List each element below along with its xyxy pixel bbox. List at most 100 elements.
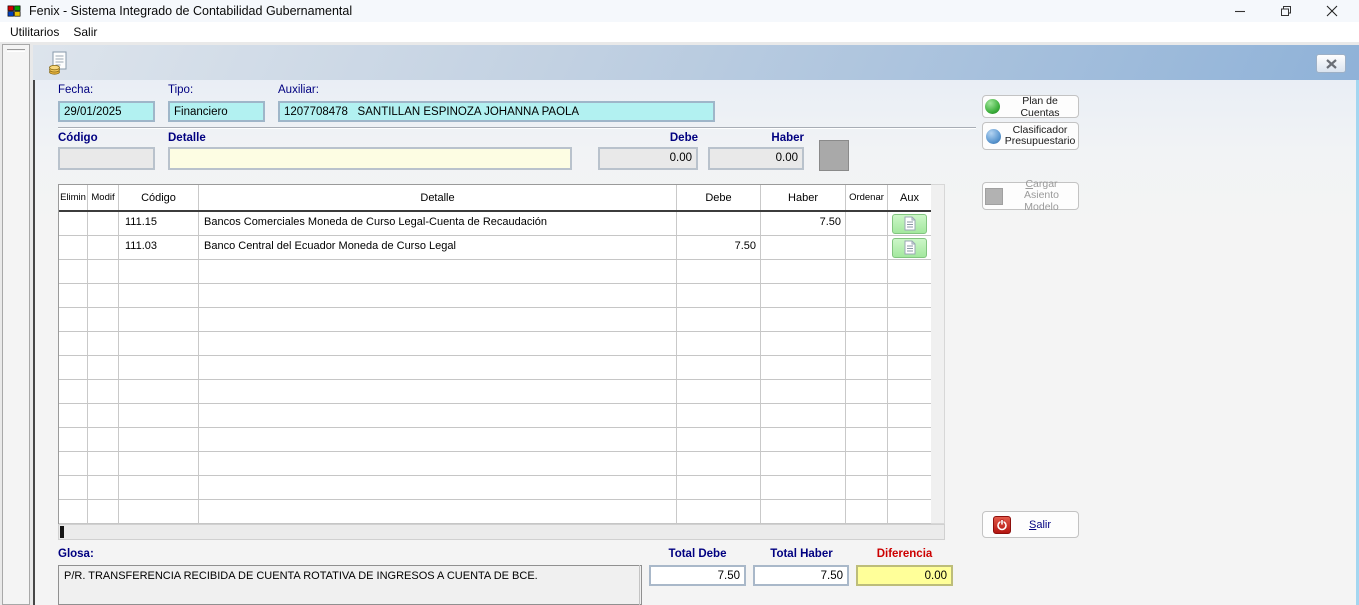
column-header-codigo[interactable]: Código (119, 185, 199, 210)
grid-cell-ordenar[interactable] (846, 236, 888, 259)
grid-cell-debe[interactable] (677, 404, 761, 427)
salir-button[interactable]: Salir (982, 511, 1079, 538)
grid-cell-ordenar[interactable] (846, 284, 888, 307)
grid-cell-debe[interactable] (677, 260, 761, 283)
grid-cell-elimin[interactable] (59, 500, 88, 523)
table-row[interactable] (59, 404, 931, 428)
grid-cell-elimin[interactable] (59, 260, 88, 283)
grid-cell-ordenar[interactable] (846, 332, 888, 355)
grid-cell-modif[interactable] (88, 308, 119, 331)
grid-cell-ordenar[interactable] (846, 500, 888, 523)
grid-cell-detalle[interactable] (199, 284, 677, 307)
grid-cell-modif[interactable] (88, 332, 119, 355)
grid-cell-detalle[interactable] (199, 356, 677, 379)
column-header-haber[interactable]: Haber (761, 185, 846, 210)
menu-item-salir[interactable]: Salir (66, 23, 104, 41)
grid-cell-debe[interactable] (677, 452, 761, 475)
codigo-input[interactable] (58, 147, 155, 170)
grid-cell-modif[interactable] (88, 284, 119, 307)
grid-cell-codigo[interactable] (119, 284, 199, 307)
table-row[interactable]: 111.03 Banco Central del Ecuador Moneda … (59, 236, 931, 260)
table-row[interactable] (59, 380, 931, 404)
grid-cell-codigo[interactable] (119, 332, 199, 355)
grid-horizontal-scrollbar[interactable] (58, 524, 945, 540)
grid-cell-haber[interactable] (761, 380, 846, 403)
grid-cell-codigo[interactable] (119, 308, 199, 331)
table-row[interactable] (59, 500, 931, 524)
grid-cell-haber[interactable] (761, 260, 846, 283)
grid-cell-ordenar[interactable] (846, 380, 888, 403)
left-collapsed-panel[interactable] (2, 44, 30, 605)
column-header-detalle[interactable]: Detalle (199, 185, 677, 210)
grid-cell-debe[interactable] (677, 332, 761, 355)
grid-cell-modif[interactable] (88, 428, 119, 451)
grid-cell-haber[interactable] (761, 284, 846, 307)
grid-cell-modif[interactable] (88, 212, 119, 235)
scrollbar-thumb[interactable] (60, 526, 64, 538)
grid-cell-detalle[interactable] (199, 380, 677, 403)
grid-cell-elimin[interactable] (59, 308, 88, 331)
grid-cell-codigo[interactable]: 111.03 (119, 236, 199, 259)
grid-cell-ordenar[interactable] (846, 308, 888, 331)
table-row[interactable] (59, 452, 931, 476)
table-row[interactable] (59, 428, 931, 452)
auxiliar-input[interactable]: 1207708478 SANTILLAN ESPINOZA JOHANNA PA… (278, 101, 715, 122)
grid-cell-codigo[interactable] (119, 500, 199, 523)
grid-cell-elimin[interactable] (59, 404, 88, 427)
grid-cell-elimin[interactable] (59, 428, 88, 451)
grid-cell-modif[interactable] (88, 380, 119, 403)
grid-cell-detalle[interactable]: Banco Central del Ecuador Moneda de Curs… (199, 236, 677, 259)
grid-cell-debe[interactable] (677, 212, 761, 235)
column-header-elimin[interactable]: Elimin (59, 185, 88, 210)
tipo-input[interactable]: Financiero (168, 101, 265, 122)
restore-button[interactable] (1263, 0, 1309, 22)
grid-cell-modif[interactable] (88, 260, 119, 283)
grid-cell-haber[interactable] (761, 332, 846, 355)
add-entry-button[interactable] (819, 140, 849, 171)
table-row[interactable]: 111.15 Bancos Comerciales Moneda de Curs… (59, 212, 931, 236)
grid-cell-debe[interactable] (677, 308, 761, 331)
child-close-button[interactable] (1316, 54, 1346, 73)
grid-cell-ordenar[interactable] (846, 212, 888, 235)
glosa-textarea[interactable]: P/R. TRANSFERENCIA RECIBIDA DE CUENTA RO… (58, 565, 642, 605)
grid-cell-detalle[interactable] (199, 452, 677, 475)
grid-cell-codigo[interactable] (119, 404, 199, 427)
grid-cell-elimin[interactable] (59, 212, 88, 235)
grid-cell-codigo[interactable]: 111.15 (119, 212, 199, 235)
column-header-debe[interactable]: Debe (677, 185, 761, 210)
aux-button[interactable] (892, 238, 927, 258)
column-header-aux[interactable]: Aux (888, 185, 931, 210)
grid-cell-modif[interactable] (88, 236, 119, 259)
grid-cell-debe[interactable] (677, 428, 761, 451)
grid-cell-detalle[interactable] (199, 476, 677, 499)
minimize-button[interactable] (1217, 0, 1263, 22)
grid-cell-detalle[interactable] (199, 500, 677, 523)
haber-input[interactable]: 0.00 (708, 147, 804, 170)
grid-cell-debe[interactable] (677, 500, 761, 523)
grid-cell-elimin[interactable] (59, 236, 88, 259)
column-header-modif[interactable]: Modif (88, 185, 119, 210)
grid-cell-haber[interactable] (761, 404, 846, 427)
grid-cell-codigo[interactable] (119, 356, 199, 379)
grid-cell-haber[interactable] (761, 452, 846, 475)
grid-cell-elimin[interactable] (59, 476, 88, 499)
grid-cell-ordenar[interactable] (846, 356, 888, 379)
menu-item-utilitarios[interactable]: Utilitarios (3, 23, 66, 41)
table-row[interactable] (59, 284, 931, 308)
table-row[interactable] (59, 332, 931, 356)
grid-cell-elimin[interactable] (59, 380, 88, 403)
grid-vertical-scrollbar[interactable] (931, 184, 945, 524)
grid-cell-detalle[interactable] (199, 308, 677, 331)
grid-cell-debe[interactable] (677, 284, 761, 307)
table-row[interactable] (59, 356, 931, 380)
grid-cell-modif[interactable] (88, 356, 119, 379)
grid-cell-debe[interactable] (677, 380, 761, 403)
grid-cell-modif[interactable] (88, 476, 119, 499)
plan-de-cuentas-button[interactable]: Plan de Cuentas (982, 95, 1079, 118)
cargar-asiento-modelo-button[interactable]: Cargar AsientoModelo (982, 182, 1079, 210)
aux-button[interactable] (892, 214, 927, 234)
grid-cell-haber[interactable] (761, 428, 846, 451)
grid-cell-detalle[interactable] (199, 428, 677, 451)
grid-cell-haber[interactable] (761, 476, 846, 499)
debe-input[interactable]: 0.00 (598, 147, 698, 170)
